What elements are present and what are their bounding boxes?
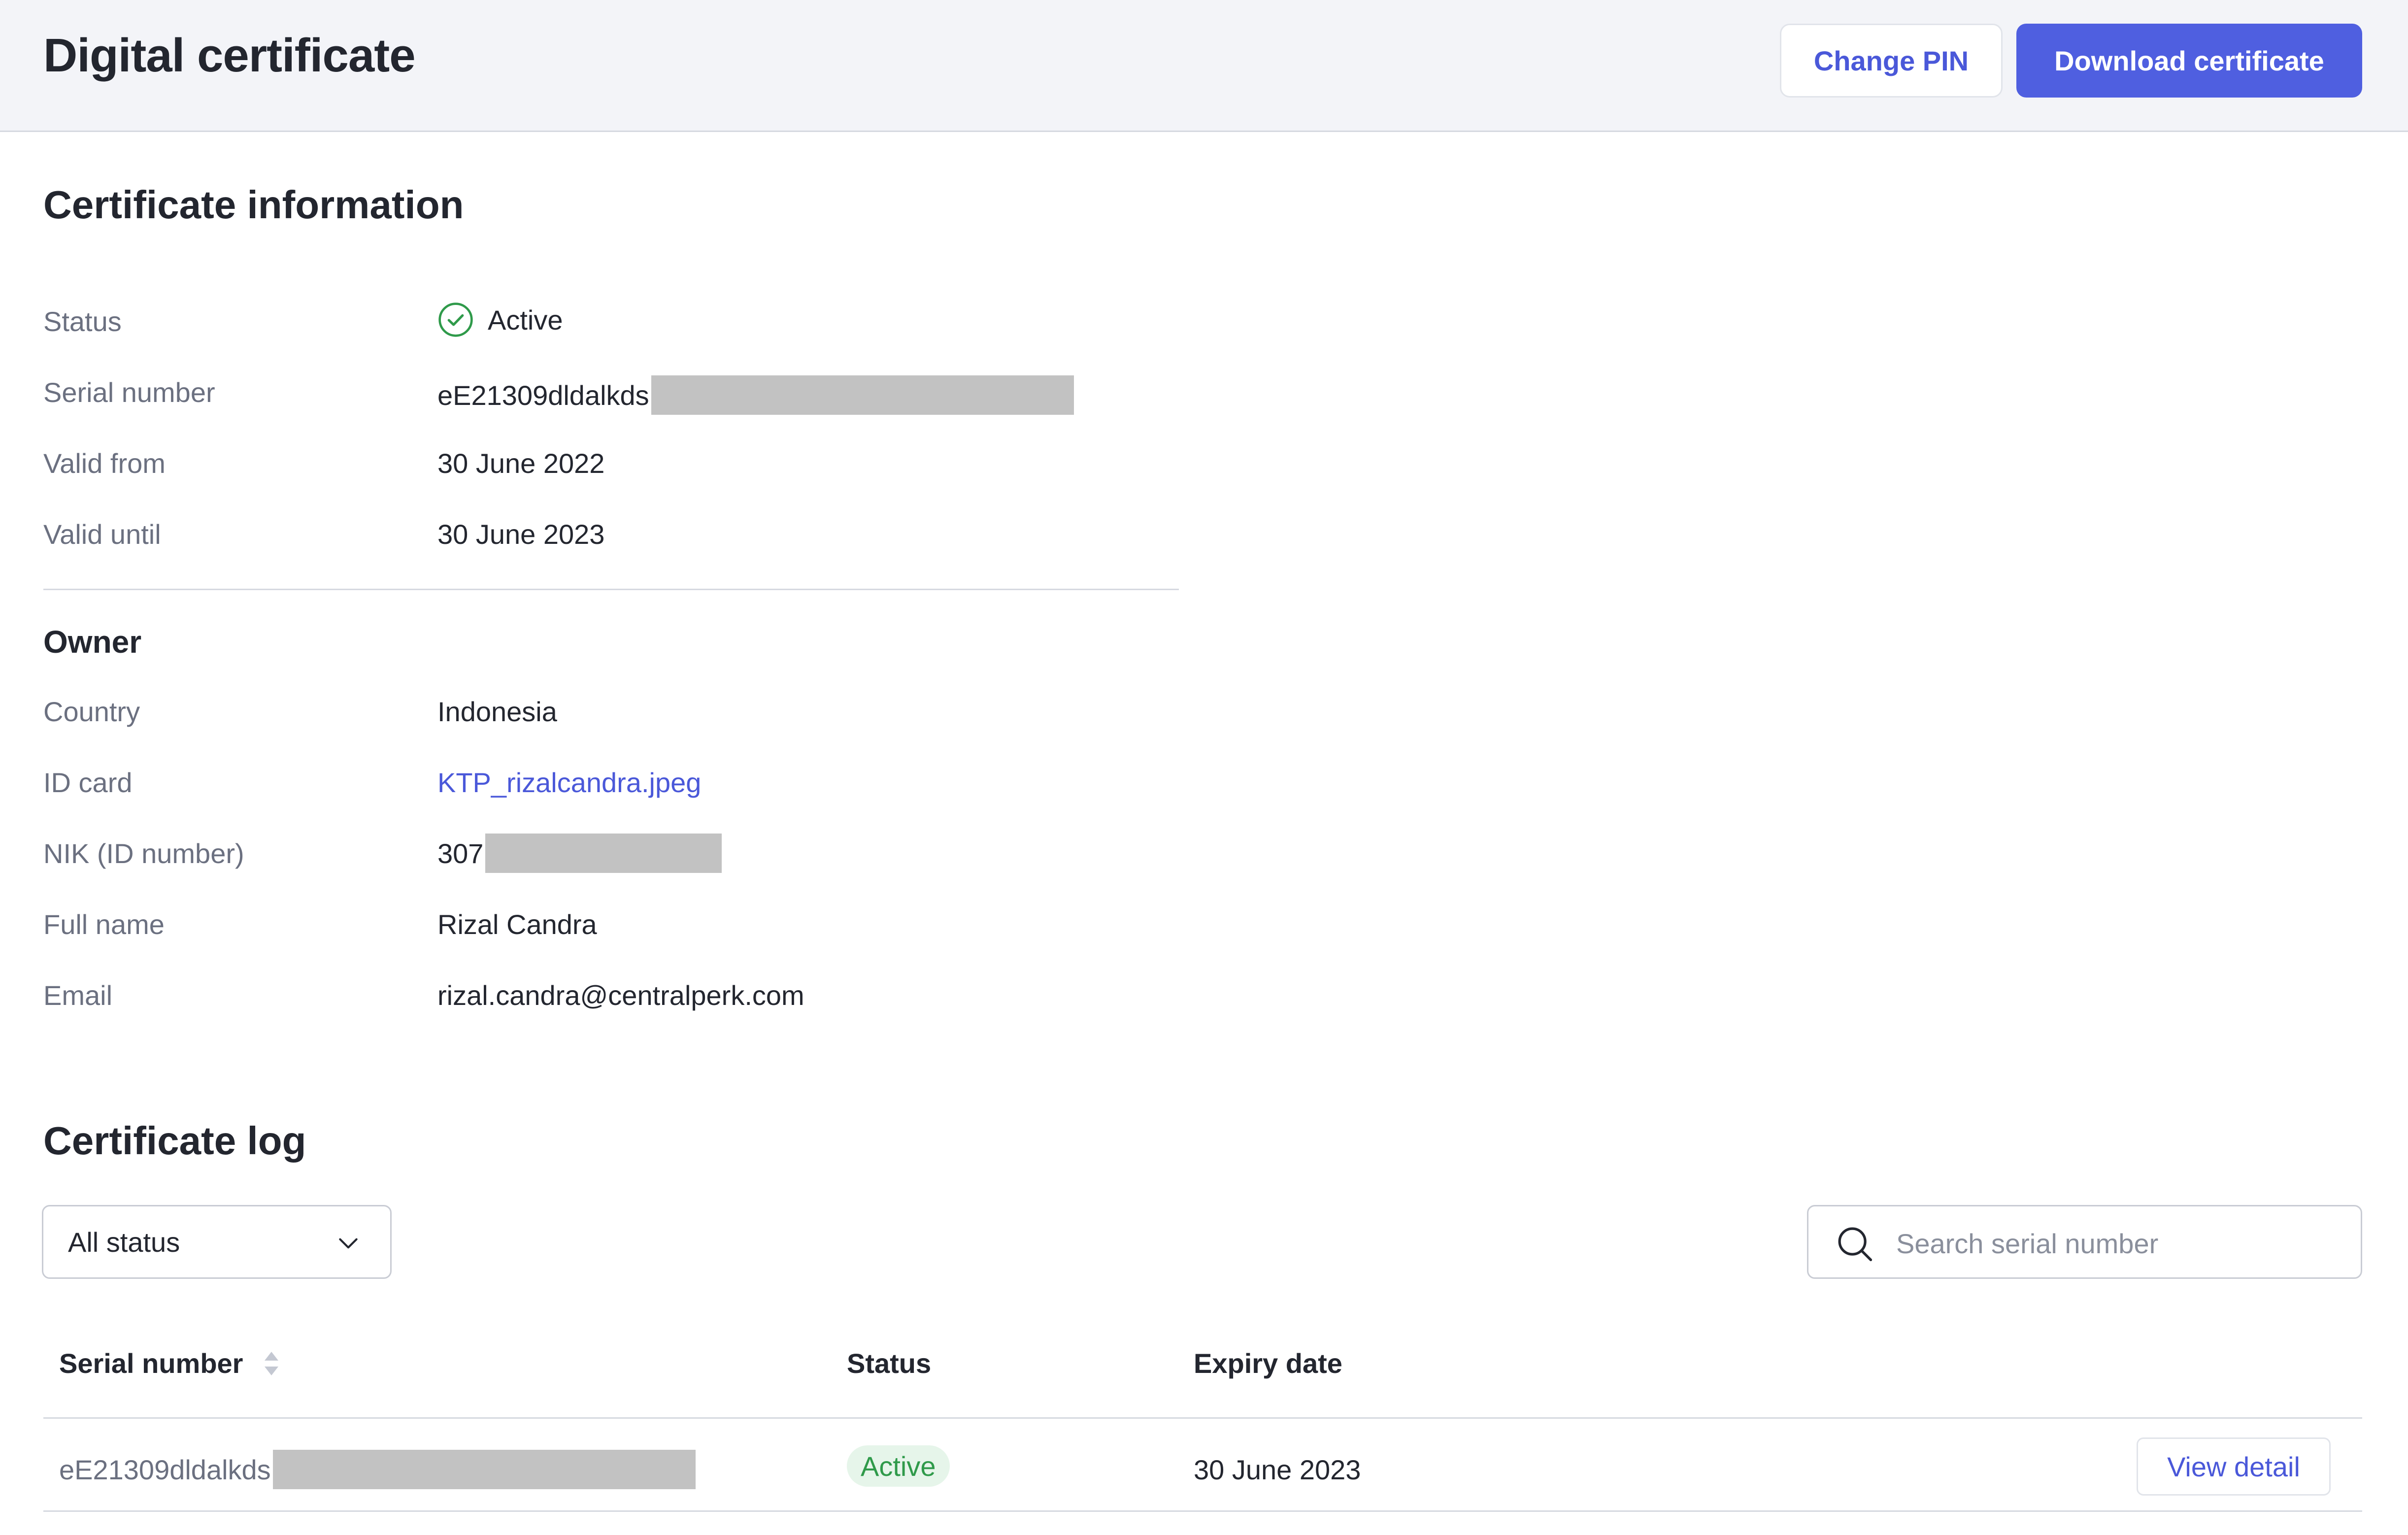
section-divider [43,589,1179,590]
valid-from-value: 30 June 2022 [437,448,605,479]
email-label: Email [43,980,113,1011]
serial-number-label: Serial number [43,377,215,408]
status-value: Active [437,301,563,338]
serial-number-value: eE21309dldalkds [437,375,1074,415]
search-serial-input[interactable] [1896,1221,2340,1266]
table-row-expiry: 30 June 2023 [1194,1454,1361,1485]
id-card-label: ID card [43,767,133,798]
table-row-serial: eE21309dldalkds [59,1447,696,1492]
column-header-serial-number[interactable]: Serial number [59,1347,281,1379]
country-value: Indonesia [437,696,557,727]
nik-text: 307 [437,837,484,869]
nik-label: NIK (ID number) [43,838,244,869]
valid-until-label: Valid until [43,519,161,550]
sort-icon[interactable] [262,1350,281,1377]
email-value: rizal.candra@centralperk.com [437,980,804,1011]
redaction-block [272,1450,696,1489]
chevron-down-icon [339,1238,358,1249]
page-header: Digital certificate Change PIN Download … [0,0,2408,132]
download-certificate-button[interactable]: Download certificate [2016,24,2362,98]
column-header-label: Serial number [59,1348,243,1379]
search-box[interactable] [1807,1205,2362,1279]
status-filter-value: All status [68,1226,180,1258]
country-label: Country [43,696,140,727]
search-icon [1838,1227,1873,1262]
column-header-status: Status [847,1348,932,1379]
table-header-divider [43,1417,2362,1419]
serial-number-text: eE21309dldalkds [437,379,649,411]
status-text: Active [488,304,563,335]
page-title: Digital certificate [43,29,416,82]
view-detail-button[interactable]: View detail [2137,1437,2331,1496]
row-serial-text: eE21309dldalkds [59,1454,271,1485]
owner-title: Owner [43,624,142,660]
full-name-value: Rizal Candra [437,909,597,940]
table-row-divider [43,1510,2362,1512]
certificate-information-title: Certificate information [43,183,464,227]
redaction-block [485,834,722,873]
status-badge: Active [847,1445,950,1487]
check-circle-icon [438,302,473,337]
id-card-link[interactable]: KTP_rizalcandra.jpeg [437,767,701,799]
column-header-expiry-date: Expiry date [1194,1348,1342,1379]
certificate-log-title: Certificate log [43,1119,306,1163]
status-filter-dropdown[interactable]: All status [42,1205,392,1279]
full-name-label: Full name [43,909,165,940]
redaction-block [651,375,1074,415]
valid-until-value: 30 June 2023 [437,519,605,550]
status-label: Status [43,306,122,337]
valid-from-label: Valid from [43,448,166,479]
nik-value: 307 [437,834,722,873]
change-pin-button[interactable]: Change PIN [1780,24,2003,98]
